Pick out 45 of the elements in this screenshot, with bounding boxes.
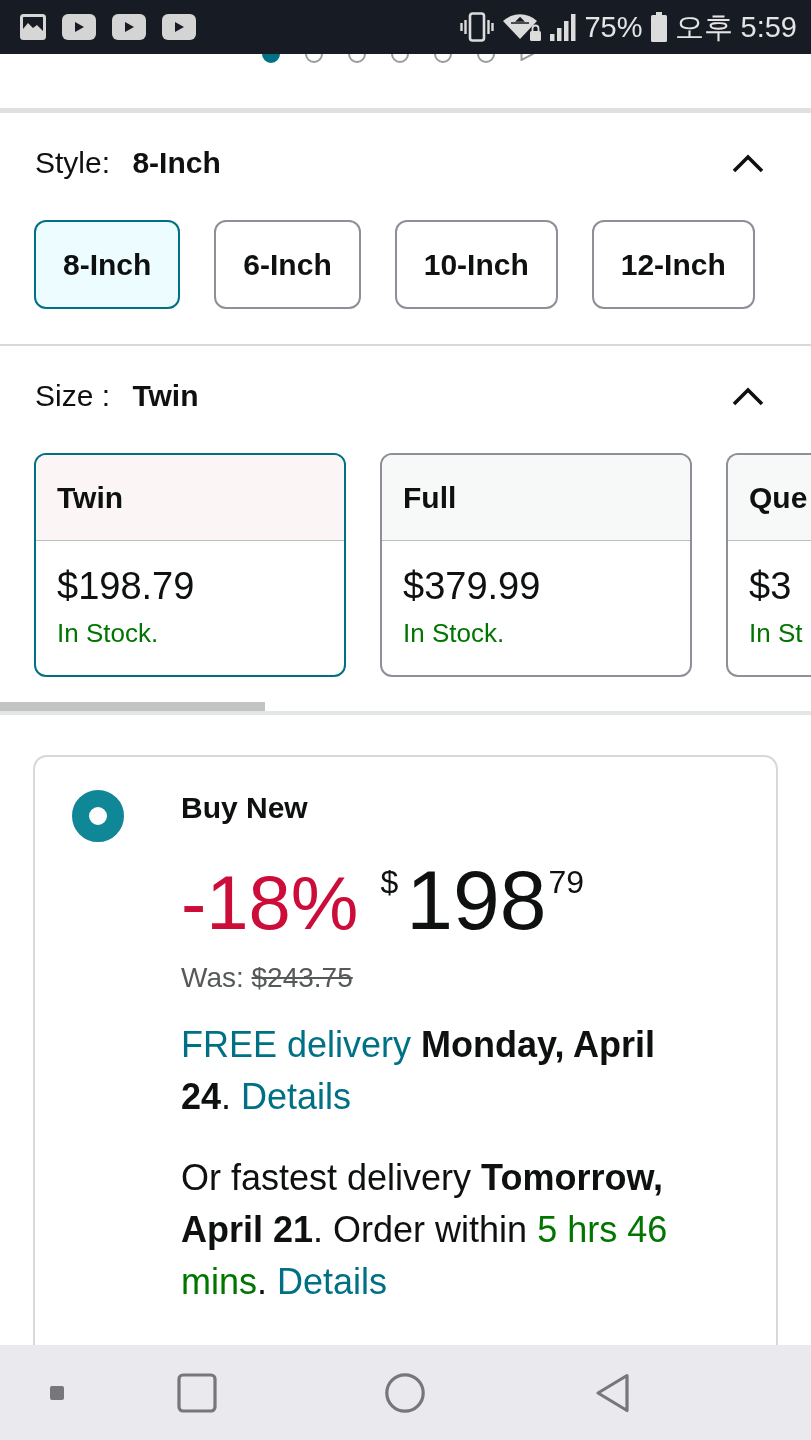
chevron-up-icon[interactable] <box>732 386 764 406</box>
triangle-icon <box>520 54 534 61</box>
buy-option-title: Buy New <box>181 790 308 826</box>
radio-button[interactable] <box>72 790 124 842</box>
stock-status: In Stock. <box>57 617 159 649</box>
size-price: $3 <box>749 564 792 609</box>
size-name: Twin <box>57 479 124 516</box>
list-price: Was: $243.75 <box>181 961 353 995</box>
text-link[interactable]: Details <box>241 1076 352 1117</box>
style-option-button[interactable]: 8-Inch <box>34 220 181 309</box>
text-link[interactable]: Details <box>277 1261 388 1302</box>
delivery-info: FREE delivery Monday, April 24. Details <box>181 1023 657 1119</box>
size-option-card[interactable]: Twin $198.79 In Stock. <box>34 453 346 677</box>
chevron-up-icon[interactable] <box>732 153 764 173</box>
delivery-info: Or fastest delivery Tomorrow, April 21. Order within 5 hrs 46 mins. Details <box>181 1156 669 1304</box>
scrollbar-thumb[interactable] <box>0 702 265 711</box>
size-option-card[interactable]: Full $379.99 In Stock. <box>380 453 692 677</box>
recents-icon[interactable] <box>177 1372 217 1413</box>
stock-status: In Stock. <box>403 617 505 649</box>
vibrate-icon <box>460 12 495 42</box>
size-name: Full <box>403 479 457 516</box>
image-icon <box>20 14 46 40</box>
size-price: $198.79 <box>57 564 195 609</box>
battery-icon <box>650 12 667 42</box>
signal-icon <box>550 13 577 41</box>
size-price: $379.99 <box>403 564 541 609</box>
battery-percentage: 75% <box>584 10 643 44</box>
home-icon[interactable] <box>385 1372 425 1413</box>
size-heading: Size : Twin <box>35 378 199 414</box>
discount-percentage: -18% <box>181 865 359 941</box>
stock-status: In St <box>749 617 803 649</box>
back-icon[interactable] <box>595 1372 631 1413</box>
size-name: Que <box>749 479 808 516</box>
wifi-lock-icon <box>502 12 543 42</box>
style-option-button[interactable]: 12-Inch <box>591 220 755 309</box>
size-option-card[interactable]: Que $3 In St <box>726 453 811 677</box>
clock-time: 오후 5:59 <box>674 10 797 44</box>
small-square-icon[interactable] <box>50 1385 64 1400</box>
text-link[interactable]: FREE delivery <box>181 1024 412 1065</box>
style-option-button[interactable]: 6-Inch <box>214 220 361 309</box>
video-play-icon <box>162 14 196 40</box>
video-play-icon <box>62 14 96 40</box>
style-option-button[interactable]: 10-Inch <box>394 220 558 309</box>
video-play-icon <box>112 14 146 40</box>
style-heading: Style: 8-Inch <box>35 145 221 181</box>
